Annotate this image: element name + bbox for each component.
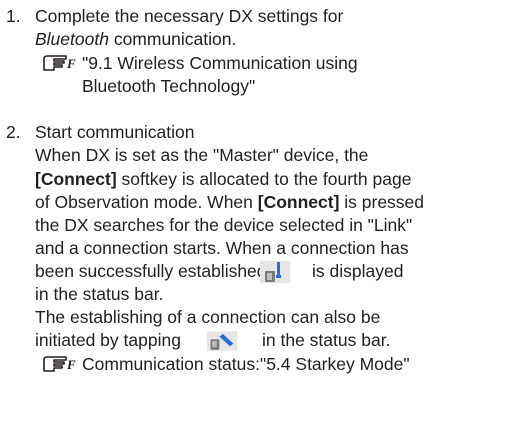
step-1-number: 1. bbox=[6, 6, 21, 26]
step-1-reference-line-1[interactable]: "9.1 Wireless Communication using bbox=[82, 52, 358, 74]
bluetooth-connect-status-icon[interactable] bbox=[207, 330, 237, 352]
svg-text:F: F bbox=[66, 56, 76, 71]
step-2-text-line-5: the DX searches for the device selected … bbox=[35, 215, 413, 235]
connect-softkey-label: [Connect] bbox=[35, 169, 117, 189]
step-2-text-line-4-a: of Observation mode. When bbox=[35, 192, 258, 212]
step-2-text-line-9: The establishing of a connection can als… bbox=[35, 307, 381, 327]
step-2-number: 2. bbox=[6, 122, 21, 142]
step-1-text-line-2: Bluetooth communication. bbox=[35, 28, 236, 50]
step-2-text-line-2: When DX is set as the "Master" device, t… bbox=[35, 145, 369, 165]
step-2-text-line-7a: been successfully established bbox=[35, 261, 267, 281]
svg-text:F: F bbox=[66, 357, 76, 372]
step-2-text-line-7b: is displayed bbox=[312, 261, 404, 281]
reference-hand-icon: F bbox=[43, 55, 76, 71]
step-2-text-line-4: of Observation mode. When [Connect] is p… bbox=[35, 191, 424, 213]
step-2-text-line-3: [Connect] softkey is allocated to the fo… bbox=[35, 168, 411, 190]
step-1-reference-line-2[interactable]: Bluetooth Technology" bbox=[82, 75, 255, 97]
bluetooth-connected-status-icon bbox=[260, 261, 290, 283]
step-2-text-line-1: Start communication bbox=[35, 122, 195, 142]
connect-softkey-label-2: [Connect] bbox=[257, 192, 340, 212]
step-1-text-line-2-rest: communication. bbox=[108, 29, 237, 49]
reference-hand-icon: F bbox=[43, 356, 76, 372]
step-2-text-line-3-rest: softkey is allocated to the fourth page bbox=[116, 169, 412, 189]
step-2-text-line-4-b: is pressed bbox=[339, 192, 425, 212]
bluetooth-term: Bluetooth bbox=[35, 29, 109, 49]
step-2-text-line-6: and a connection starts. When a connecti… bbox=[35, 238, 409, 258]
step-2-reference[interactable]: Communication status:"5.4 Starkey Mode" bbox=[82, 353, 410, 375]
step-2-text-line-10b: in the status bar. bbox=[262, 330, 391, 350]
step-2-text-line-10a: initiated by tapping bbox=[35, 330, 181, 350]
step-2-text-line-8: in the status bar. bbox=[35, 284, 164, 304]
step-1-text-line-1: Complete the necessary DX settings for bbox=[35, 6, 344, 26]
